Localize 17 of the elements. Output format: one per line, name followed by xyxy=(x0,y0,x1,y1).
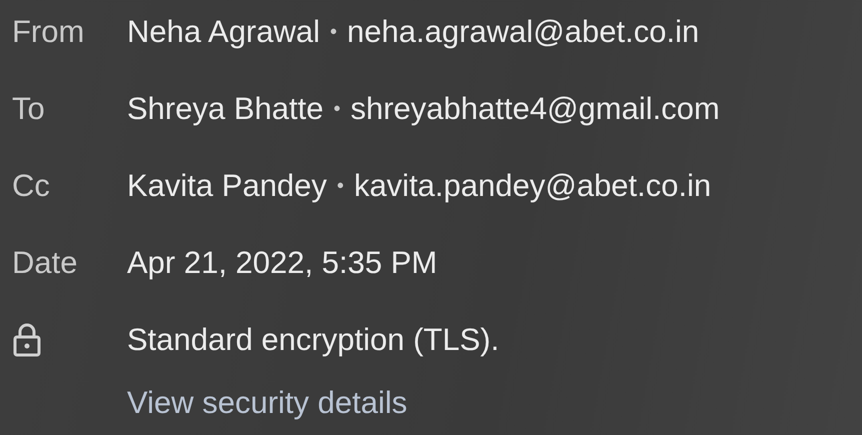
separator-dot: • xyxy=(330,20,338,44)
date-value: Apr 21, 2022, 5:35 PM xyxy=(127,245,438,281)
field-label: From xyxy=(11,14,86,50)
field-label: To xyxy=(11,91,46,127)
separator-dot: • xyxy=(336,174,344,198)
separator-dot: • xyxy=(333,98,340,120)
encryption-text: Standard encryption (TLS). xyxy=(127,322,500,358)
field-label: Date xyxy=(11,245,78,281)
contact-name: Neha Agrawal xyxy=(127,14,320,50)
contact-name: Shreya Bhatte xyxy=(127,91,324,127)
email-address: shreyabhatte4@gmail.com xyxy=(350,91,720,127)
lock-icon xyxy=(12,323,42,357)
security-details-link[interactable]: View security details xyxy=(127,385,408,421)
contact-name: Kavita Pandey xyxy=(127,168,327,204)
email-address: kavita.pandey@abet.co.in xyxy=(354,168,712,204)
email-address: neha.agrawal@abet.co.in xyxy=(347,14,700,50)
field-label: Cc xyxy=(11,168,51,204)
